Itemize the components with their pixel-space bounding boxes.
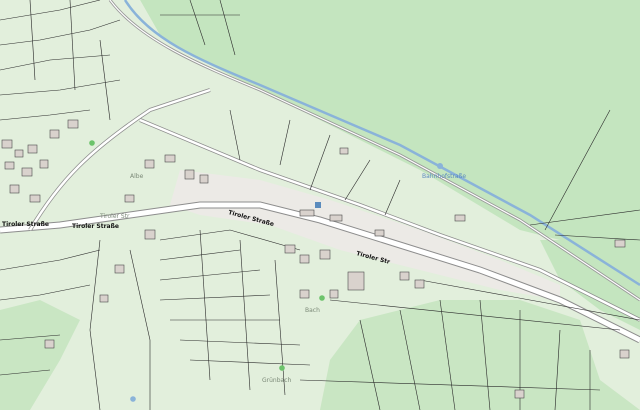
building[interactable] bbox=[14, 149, 24, 158]
parcel-line bbox=[159, 229, 301, 251]
street-label: Tiroler Straße bbox=[72, 223, 119, 230]
building[interactable] bbox=[21, 167, 33, 177]
building[interactable] bbox=[329, 214, 343, 222]
place-label: Bach bbox=[305, 307, 320, 314]
building[interactable] bbox=[184, 169, 195, 180]
building[interactable] bbox=[374, 229, 385, 237]
building[interactable] bbox=[299, 254, 310, 264]
parcel-line bbox=[0, 284, 91, 301]
building[interactable] bbox=[144, 159, 155, 169]
building[interactable] bbox=[39, 159, 49, 169]
parcel-line bbox=[179, 339, 301, 346]
building[interactable] bbox=[29, 194, 41, 203]
building[interactable] bbox=[347, 271, 365, 291]
building[interactable] bbox=[299, 289, 310, 299]
building[interactable] bbox=[414, 279, 425, 289]
building[interactable] bbox=[1, 139, 13, 149]
place-label: Grünbach bbox=[262, 377, 292, 384]
tree-icon[interactable] bbox=[89, 140, 95, 146]
map-view[interactable]: Tiroler Straße Tiroler Str Tiroler Straß… bbox=[0, 0, 640, 410]
building[interactable] bbox=[199, 174, 209, 184]
parcel-line bbox=[309, 134, 331, 191]
tree-icon[interactable] bbox=[319, 295, 325, 301]
map-canvas[interactable]: Tiroler Straße Tiroler Str Tiroler Straß… bbox=[0, 0, 640, 410]
building[interactable] bbox=[164, 154, 176, 163]
parcel-line bbox=[159, 294, 271, 301]
building[interactable] bbox=[44, 339, 55, 349]
parcel-line bbox=[239, 239, 251, 391]
street-label: Tiroler Straße bbox=[2, 221, 49, 228]
parcel-line bbox=[344, 159, 371, 201]
street-label: Tiroler Str bbox=[99, 213, 130, 220]
building[interactable] bbox=[124, 194, 135, 203]
parcel-line bbox=[159, 249, 241, 261]
forest-area-southwest bbox=[0, 300, 80, 410]
building[interactable] bbox=[299, 209, 315, 217]
parcel-line bbox=[279, 119, 291, 166]
parcel-line bbox=[89, 239, 101, 410]
tree-icon[interactable] bbox=[279, 365, 285, 371]
bus-stop-icon[interactable] bbox=[315, 202, 321, 208]
building[interactable] bbox=[9, 184, 20, 194]
parcel-line bbox=[159, 269, 261, 281]
place-label: Bahnhofstraße bbox=[422, 173, 466, 180]
building[interactable] bbox=[329, 289, 339, 299]
building[interactable] bbox=[284, 244, 296, 254]
building[interactable] bbox=[399, 271, 410, 281]
building[interactable] bbox=[4, 161, 15, 170]
church-icon[interactable] bbox=[130, 396, 136, 402]
building[interactable] bbox=[514, 389, 525, 399]
parcel-line bbox=[129, 249, 151, 410]
building[interactable] bbox=[27, 144, 38, 154]
parcel-line bbox=[0, 249, 101, 271]
place-label: Albe bbox=[130, 173, 144, 180]
parcel-line bbox=[274, 259, 286, 396]
building[interactable] bbox=[67, 119, 79, 129]
building[interactable] bbox=[114, 264, 125, 274]
building[interactable] bbox=[99, 294, 109, 303]
parcel-line bbox=[229, 109, 241, 161]
building[interactable] bbox=[319, 249, 331, 260]
parcel-line bbox=[199, 229, 211, 381]
building[interactable] bbox=[614, 239, 626, 248]
building[interactable] bbox=[339, 147, 349, 155]
building[interactable] bbox=[454, 214, 466, 222]
building[interactable] bbox=[49, 129, 60, 139]
building[interactable] bbox=[144, 229, 156, 240]
parcel-line bbox=[384, 179, 401, 216]
parcel-line bbox=[189, 359, 311, 366]
building[interactable] bbox=[619, 349, 630, 359]
water-drop-icon[interactable] bbox=[437, 163, 443, 169]
